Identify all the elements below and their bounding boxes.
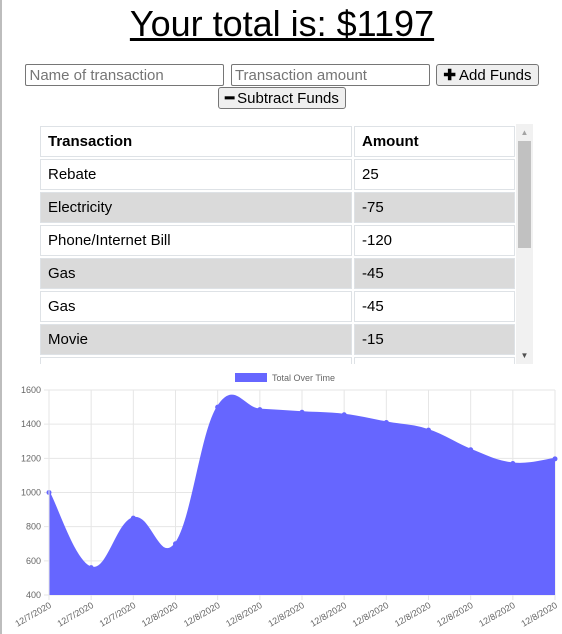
legend-swatch [235,373,267,382]
table-row: Gas -45 [40,258,515,289]
transaction-amount-cell: -120 [354,225,515,256]
series-area [49,395,555,595]
table-row [40,357,515,364]
transaction-amount-cell [354,357,515,364]
transaction-amount-input[interactable] [230,64,430,86]
data-point [426,427,431,433]
transaction-amount-cell: -45 [354,291,515,322]
data-point [341,412,347,418]
transaction-amount-cell: -45 [354,258,515,289]
x-tick-label: 12/7/2020 [98,600,138,629]
transaction-amount-cell: -15 [354,324,515,355]
data-point [215,404,221,410]
transaction-name-cell: Phone/Internet Bill [40,225,352,256]
x-tick-label: 12/8/2020 [140,600,180,629]
x-tick-label: 12/8/2020 [266,600,306,629]
transaction-table-container[interactable]: Transaction Amount Rebate 25 Electricity… [38,124,533,364]
transaction-name-input[interactable] [25,64,225,86]
transaction-table: Transaction Amount Rebate 25 Electricity… [38,124,517,364]
x-tick-label: 12/8/2020 [308,600,348,629]
x-tick-label: 12/8/2020 [519,600,559,629]
y-tick-label: 1400 [21,419,41,429]
total-heading: Your total is: $1197 [129,3,435,44]
transaction-form: ✚ Add Funds [2,64,562,86]
x-tick-label: 12/8/2020 [435,600,475,629]
x-tick-label: 12/8/2020 [182,600,222,629]
table-row: Electricity -75 [40,192,515,223]
subtract-row: ━ Subtract Funds [2,87,562,109]
data-point [257,407,263,413]
scroll-up-arrow-icon[interactable]: ▲ [516,124,533,141]
x-tick-label: 12/8/2020 [224,600,264,629]
transaction-name-cell: Rebate [40,159,352,190]
transaction-amount-cell: -75 [354,192,515,223]
data-point [383,419,389,425]
transaction-name-cell: Electricity [40,192,352,223]
data-point [552,456,558,462]
table-row: Rebate 25 [40,159,515,190]
transaction-name-cell: Movie [40,324,352,355]
data-point [130,515,136,521]
column-header-transaction: Transaction [40,126,352,157]
table-row: Gas -45 [40,291,515,322]
y-tick-label: 800 [26,522,41,532]
data-point [510,460,516,466]
y-tick-label: 1000 [21,488,41,498]
data-point [299,409,305,415]
x-tick-label: 12/8/2020 [393,600,433,629]
transaction-name-cell [40,357,352,364]
data-point [468,447,474,453]
column-header-amount: Amount [354,126,515,157]
plus-icon: ✚ [443,66,456,84]
data-point [173,541,178,547]
x-tick-label: 12/7/2020 [13,600,53,629]
table-row: Phone/Internet Bill -120 [40,225,515,256]
transaction-name-cell: Gas [40,291,352,322]
minus-icon: ━ [225,89,235,107]
y-tick-label: 600 [26,556,41,566]
subtract-funds-button[interactable]: ━ Subtract Funds [218,87,346,109]
scrollbar-thumb[interactable] [518,141,531,248]
scroll-down-arrow-icon[interactable]: ▼ [516,347,533,364]
x-tick-label: 12/8/2020 [351,600,391,629]
y-tick-label: 1200 [21,453,41,463]
subtract-funds-label: Subtract Funds [237,89,339,107]
y-tick-label: 400 [26,590,41,600]
data-point [88,565,94,571]
transaction-name-cell: Gas [40,258,352,289]
y-tick-label: 1600 [21,385,41,395]
chart-svg: 400600800100012001400160012/7/2020 12/7/2… [13,373,559,629]
x-tick-label: 12/8/2020 [477,600,517,629]
x-tick-label: 12/7/2020 [55,600,95,629]
add-funds-label: Add Funds [458,66,532,84]
add-funds-button[interactable]: ✚ Add Funds [436,64,539,86]
table-header-row: Transaction Amount [40,126,515,157]
legend-label: Total Over Time [272,373,335,383]
transaction-amount-cell: 25 [354,159,515,190]
table-scrollbar[interactable]: ▲ ▼ [516,124,533,364]
table-row: Movie -15 [40,324,515,355]
total-over-time-chart: 400 600 800 1000 1200 1400 1600 12/7/2020 12/7/2… [2,365,562,634]
